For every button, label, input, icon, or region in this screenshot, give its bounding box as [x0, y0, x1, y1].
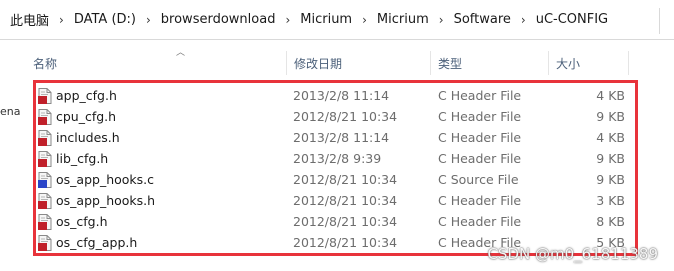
- h-file-icon: [38, 109, 52, 125]
- breadcrumb-item[interactable]: 此电脑: [6, 10, 53, 29]
- column-divider[interactable]: [430, 51, 431, 75]
- breadcrumb-item[interactable]: DATA (D:): [70, 12, 140, 27]
- file-row[interactable]: includes.h 2013/2/8 11:14 C Header File 4 K…: [36, 127, 635, 148]
- breadcrumb-item[interactable]: Micrium: [296, 12, 356, 27]
- file-type: C Header File: [438, 193, 522, 208]
- column-divider[interactable]: [286, 51, 287, 75]
- sort-up-icon: ︿: [176, 48, 186, 58]
- file-name: includes.h: [56, 130, 120, 145]
- breadcrumb-separator-icon[interactable]: ›: [140, 13, 157, 27]
- file-name: app_cfg.h: [56, 88, 117, 103]
- file-date: 2012/8/21 10:34: [293, 235, 398, 250]
- breadcrumb-item[interactable]: Software: [450, 12, 515, 27]
- file-name: os_cfg_app.h: [56, 235, 138, 250]
- file-size: 9 KB: [596, 109, 625, 124]
- file-list: app_cfg.h 2013/2/8 11:14 C Header File 4 KB…: [33, 80, 638, 256]
- breadcrumb-separator-icon[interactable]: ›: [515, 13, 532, 27]
- file-row[interactable]: os_app_hooks.c 2012/8/21 10:34 C Source Fi…: [36, 169, 635, 190]
- file-type: C Source File: [438, 172, 519, 187]
- file-date: 2012/8/21 10:34: [293, 172, 398, 187]
- breadcrumb-item[interactable]: uC-CONFIG: [532, 12, 612, 27]
- c-file-icon: [38, 172, 52, 188]
- nav-pane-fragment: ena: [0, 105, 21, 118]
- file-type: C Header File: [438, 214, 522, 229]
- breadcrumb-item[interactable]: browserdownload: [157, 12, 280, 27]
- column-header-date[interactable]: 修改日期: [294, 55, 342, 72]
- file-name: lib_cfg.h: [56, 151, 109, 166]
- breadcrumb-separator-icon[interactable]: ›: [433, 13, 450, 27]
- file-size: 8 KB: [596, 214, 625, 229]
- file-type: C Header File: [438, 151, 522, 166]
- h-file-icon: [38, 130, 52, 146]
- column-divider[interactable]: [548, 51, 549, 75]
- file-name: os_cfg.h: [56, 214, 108, 229]
- breadcrumb-separator-icon[interactable]: ›: [279, 13, 296, 27]
- column-header-size[interactable]: 大小: [556, 55, 580, 72]
- column-header-type[interactable]: 类型: [438, 55, 462, 72]
- file-row[interactable]: cpu_cfg.h 2012/8/21 10:34 C Header File 9 K…: [36, 106, 635, 127]
- breadcrumb: 此电脑 › DATA (D:) › browserdownload › Micrium › Mi…: [0, 10, 612, 29]
- h-file-icon: [38, 151, 52, 167]
- column-header-name[interactable]: 名称: [33, 55, 57, 72]
- h-file-icon: [38, 235, 52, 251]
- column-header-row: ︿ 名称 修改日期 类型 大小: [28, 48, 658, 77]
- file-size: 3 KB: [596, 193, 625, 208]
- file-date: 2013/2/8 11:14: [293, 88, 390, 103]
- breadcrumb-separator-icon[interactable]: ›: [53, 13, 70, 27]
- watermark: CSDN @m0_61811389: [487, 245, 658, 263]
- file-date: 2012/8/21 10:34: [293, 109, 398, 124]
- file-name: os_app_hooks.c: [56, 172, 155, 187]
- breadcrumb-separator-icon[interactable]: ›: [356, 13, 373, 27]
- breadcrumb-item[interactable]: Micrium: [373, 12, 433, 27]
- h-file-icon: [38, 214, 52, 230]
- file-size: 9 KB: [596, 172, 625, 187]
- column-divider[interactable]: [628, 51, 629, 75]
- address-bar[interactable]: 此电脑 › DATA (D:) › browserdownload › Micrium › Mi…: [0, 0, 674, 40]
- h-file-icon: [38, 193, 52, 209]
- file-type: C Header File: [438, 109, 522, 124]
- file-row[interactable]: os_cfg.h 2012/8/21 10:34 C Header File 8 KB: [36, 211, 635, 232]
- file-type: C Header File: [438, 130, 522, 145]
- address-bar-end[interactable]: [659, 8, 674, 34]
- file-row[interactable]: os_app_hooks.h 2012/8/21 10:34 C Header Fi…: [36, 190, 635, 211]
- file-row[interactable]: lib_cfg.h 2013/2/8 9:39 C Header File 9 KB: [36, 148, 635, 169]
- h-file-icon: [38, 88, 52, 104]
- file-type: C Header File: [438, 88, 522, 103]
- file-size: 4 KB: [596, 130, 625, 145]
- file-row[interactable]: app_cfg.h 2013/2/8 11:14 C Header File 4 KB: [36, 85, 635, 106]
- file-date: 2013/2/8 11:14: [293, 130, 390, 145]
- file-date: 2012/8/21 10:34: [293, 193, 398, 208]
- file-size: 4 KB: [596, 88, 625, 103]
- file-name: os_app_hooks.h: [56, 193, 156, 208]
- file-date: 2013/2/8 9:39: [293, 151, 382, 166]
- file-size: 9 KB: [596, 151, 625, 166]
- file-date: 2012/8/21 10:34: [293, 214, 398, 229]
- file-name: cpu_cfg.h: [56, 109, 117, 124]
